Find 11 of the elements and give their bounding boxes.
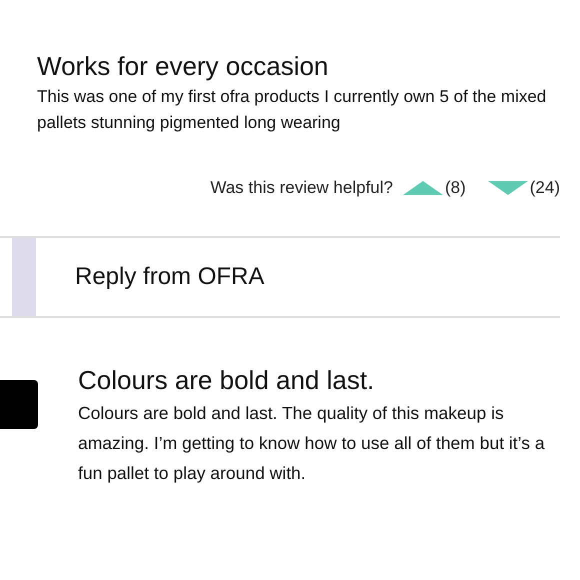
helpful-question: Was this review helpful? xyxy=(210,178,393,198)
avatar-block xyxy=(0,380,38,429)
review-text: Colours are bold and last. The quality of this makeup is amazing. I’m getting to know how to use all of them but it’s a fun pallet to play around with. xyxy=(78,402,546,485)
reply-title: Reply from OFRA xyxy=(75,263,264,291)
vote-down-button[interactable]: (24) xyxy=(488,178,560,198)
review-title: Colours are bold and last. xyxy=(78,364,376,396)
triangle-up-icon xyxy=(402,181,443,195)
review-title: Works for every occasion xyxy=(37,50,330,82)
vote-up-button[interactable]: (8) xyxy=(402,178,466,198)
triangle-down-icon xyxy=(488,181,528,195)
review-text: This was one of my first ofra products I currently own 5 of the mixed pallets stunning pigmented long wearing xyxy=(37,86,548,134)
